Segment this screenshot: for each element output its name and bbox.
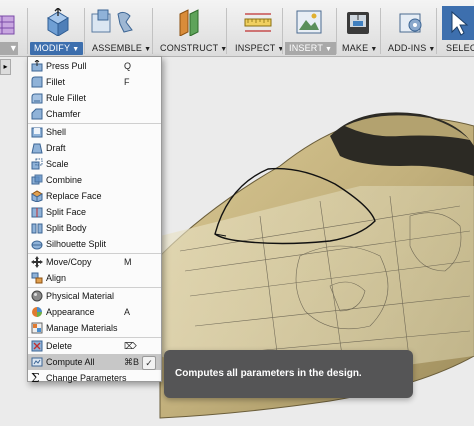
menu-item-appearance[interactable]: Appearance A	[28, 304, 161, 320]
menu-item-combine[interactable]: Combine	[28, 172, 161, 188]
menu-item-label: Shell	[46, 127, 67, 137]
modify-dropdown-menu: Press Pull Q Fillet F Rule Fillet Chamfe…	[27, 56, 162, 384]
menu-item-physical-material[interactable]: Physical Material	[28, 288, 161, 304]
inspect-icon[interactable]	[244, 8, 272, 36]
menu-item-label: Split Body	[46, 223, 87, 233]
menu-item-label: Rule Fillet	[46, 93, 87, 103]
make-menu[interactable]: MAKE ▼	[342, 42, 377, 55]
menu-item-shortcut: Q	[124, 61, 132, 71]
tooltip-text: Computes all parameters in the design.	[175, 368, 362, 379]
menu-item-label: Replace Face	[46, 191, 102, 201]
confirm-check-icon[interactable]: ✓	[142, 356, 156, 370]
menu-item-split-face[interactable]: Split Face	[28, 204, 161, 220]
menu-item-label: Compute All	[46, 357, 95, 367]
menu-item-shortcut: ⌘B	[124, 357, 140, 367]
move-copy-icon	[31, 256, 43, 268]
menu-item-split-body[interactable]: Split Body	[28, 220, 161, 236]
physical-material-icon	[31, 290, 43, 302]
menu-item-label: Align	[46, 273, 67, 283]
construct-icon[interactable]	[176, 8, 202, 37]
create-menu-partial[interactable]: ▼	[0, 42, 18, 55]
menu-item-label: Delete	[46, 341, 73, 351]
scale-icon	[31, 158, 43, 170]
construct-menu[interactable]: CONSTRUCT ▼	[160, 42, 227, 55]
add-ins-menu[interactable]: ADD-INS ▼	[388, 42, 436, 55]
manage-materials-icon	[31, 322, 43, 334]
assemble-icon[interactable]	[90, 8, 136, 36]
menu-item-label: Fillet	[46, 77, 66, 87]
menu-item-label: Physical Material	[46, 291, 115, 301]
add-ins-icon[interactable]	[398, 8, 424, 36]
menu-item-change-parameters[interactable]: Σ Change Parameters	[28, 370, 161, 386]
replace-face-icon	[31, 190, 43, 203]
silhouette-split-icon	[31, 238, 43, 250]
rule-fillet-icon	[31, 92, 43, 104]
align-icon	[31, 272, 43, 284]
press-pull-icon	[31, 59, 43, 72]
menu-item-shortcut: A	[124, 307, 131, 317]
menu-item-label: Press Pull	[46, 61, 87, 71]
menu-item-chamfer[interactable]: Chamfer	[28, 106, 161, 122]
chamfer-icon	[31, 108, 43, 120]
select-menu[interactable]: SELECT	[446, 42, 474, 55]
menu-item-shortcut: M	[124, 257, 132, 267]
menu-item-label: Appearance	[46, 307, 95, 317]
menu-item-scale[interactable]: Scale	[28, 156, 161, 172]
modify-menu[interactable]: MODIFY ▼	[30, 42, 84, 55]
insert-menu[interactable]: INSERT ▼	[285, 42, 337, 55]
menu-item-manage-materials[interactable]: Manage Materials	[28, 320, 161, 336]
browser-collapse-handle[interactable]: ▸	[0, 59, 11, 75]
menu-item-label: Combine	[46, 175, 83, 185]
select-icon[interactable]	[442, 6, 474, 40]
menu-item-label: Split Face	[46, 207, 87, 217]
menu-item-rule-fillet[interactable]: Rule Fillet	[28, 90, 161, 106]
split-face-icon	[31, 206, 43, 218]
toolbar: ▼ MODIFY ▼ ASSEMBLE ▼ CONSTRUCT ▼ INSPECT ▼ …	[0, 0, 474, 57]
fillet-icon	[31, 76, 43, 88]
menu-item-label: Chamfer	[46, 109, 81, 119]
menu-item-press-pull[interactable]: Press Pull Q	[28, 58, 161, 74]
inspect-menu[interactable]: INSPECT ▼	[235, 42, 285, 55]
menu-item-compute-all[interactable]: Compute All ⌘B ✓	[28, 354, 161, 370]
create-icon[interactable]	[0, 12, 18, 40]
compute-all-icon	[31, 356, 43, 368]
split-body-icon	[31, 222, 43, 234]
menu-item-label: Silhouette Split	[46, 239, 107, 249]
combine-icon	[31, 174, 43, 186]
menu-item-label: Scale	[46, 159, 69, 169]
insert-icon[interactable]	[296, 8, 322, 36]
menu-item-label: Draft	[46, 143, 66, 153]
menu-item-delete[interactable]: Delete ⌦	[28, 338, 161, 354]
menu-item-shortcut: F	[124, 77, 130, 87]
menu-item-label: Manage Materials	[46, 323, 118, 333]
menu-item-label: Change Parameters	[46, 373, 127, 383]
make-icon[interactable]	[345, 8, 371, 36]
draft-icon	[31, 142, 43, 154]
appearance-icon	[31, 306, 43, 318]
menu-item-fillet[interactable]: Fillet F	[28, 74, 161, 90]
menu-item-shortcut: ⌦	[124, 341, 137, 351]
menu-item-silhouette-split[interactable]: Silhouette Split	[28, 236, 161, 252]
menu-item-draft[interactable]: Draft	[28, 140, 161, 156]
delete-icon	[31, 340, 43, 352]
menu-item-align[interactable]: Align	[28, 270, 161, 286]
assemble-menu[interactable]: ASSEMBLE ▼	[92, 42, 151, 55]
menu-item-label: Move/Copy	[46, 257, 92, 267]
menu-item-shell[interactable]: Shell	[28, 124, 161, 140]
change-parameters-icon: Σ	[31, 371, 40, 385]
menu-item-replace-face[interactable]: Replace Face	[28, 188, 161, 204]
modify-icon[interactable]	[44, 7, 70, 37]
tooltip: Computes all parameters in the design.	[164, 350, 413, 398]
shell-icon	[31, 126, 43, 138]
menu-item-move-copy[interactable]: Move/Copy M	[28, 254, 161, 270]
